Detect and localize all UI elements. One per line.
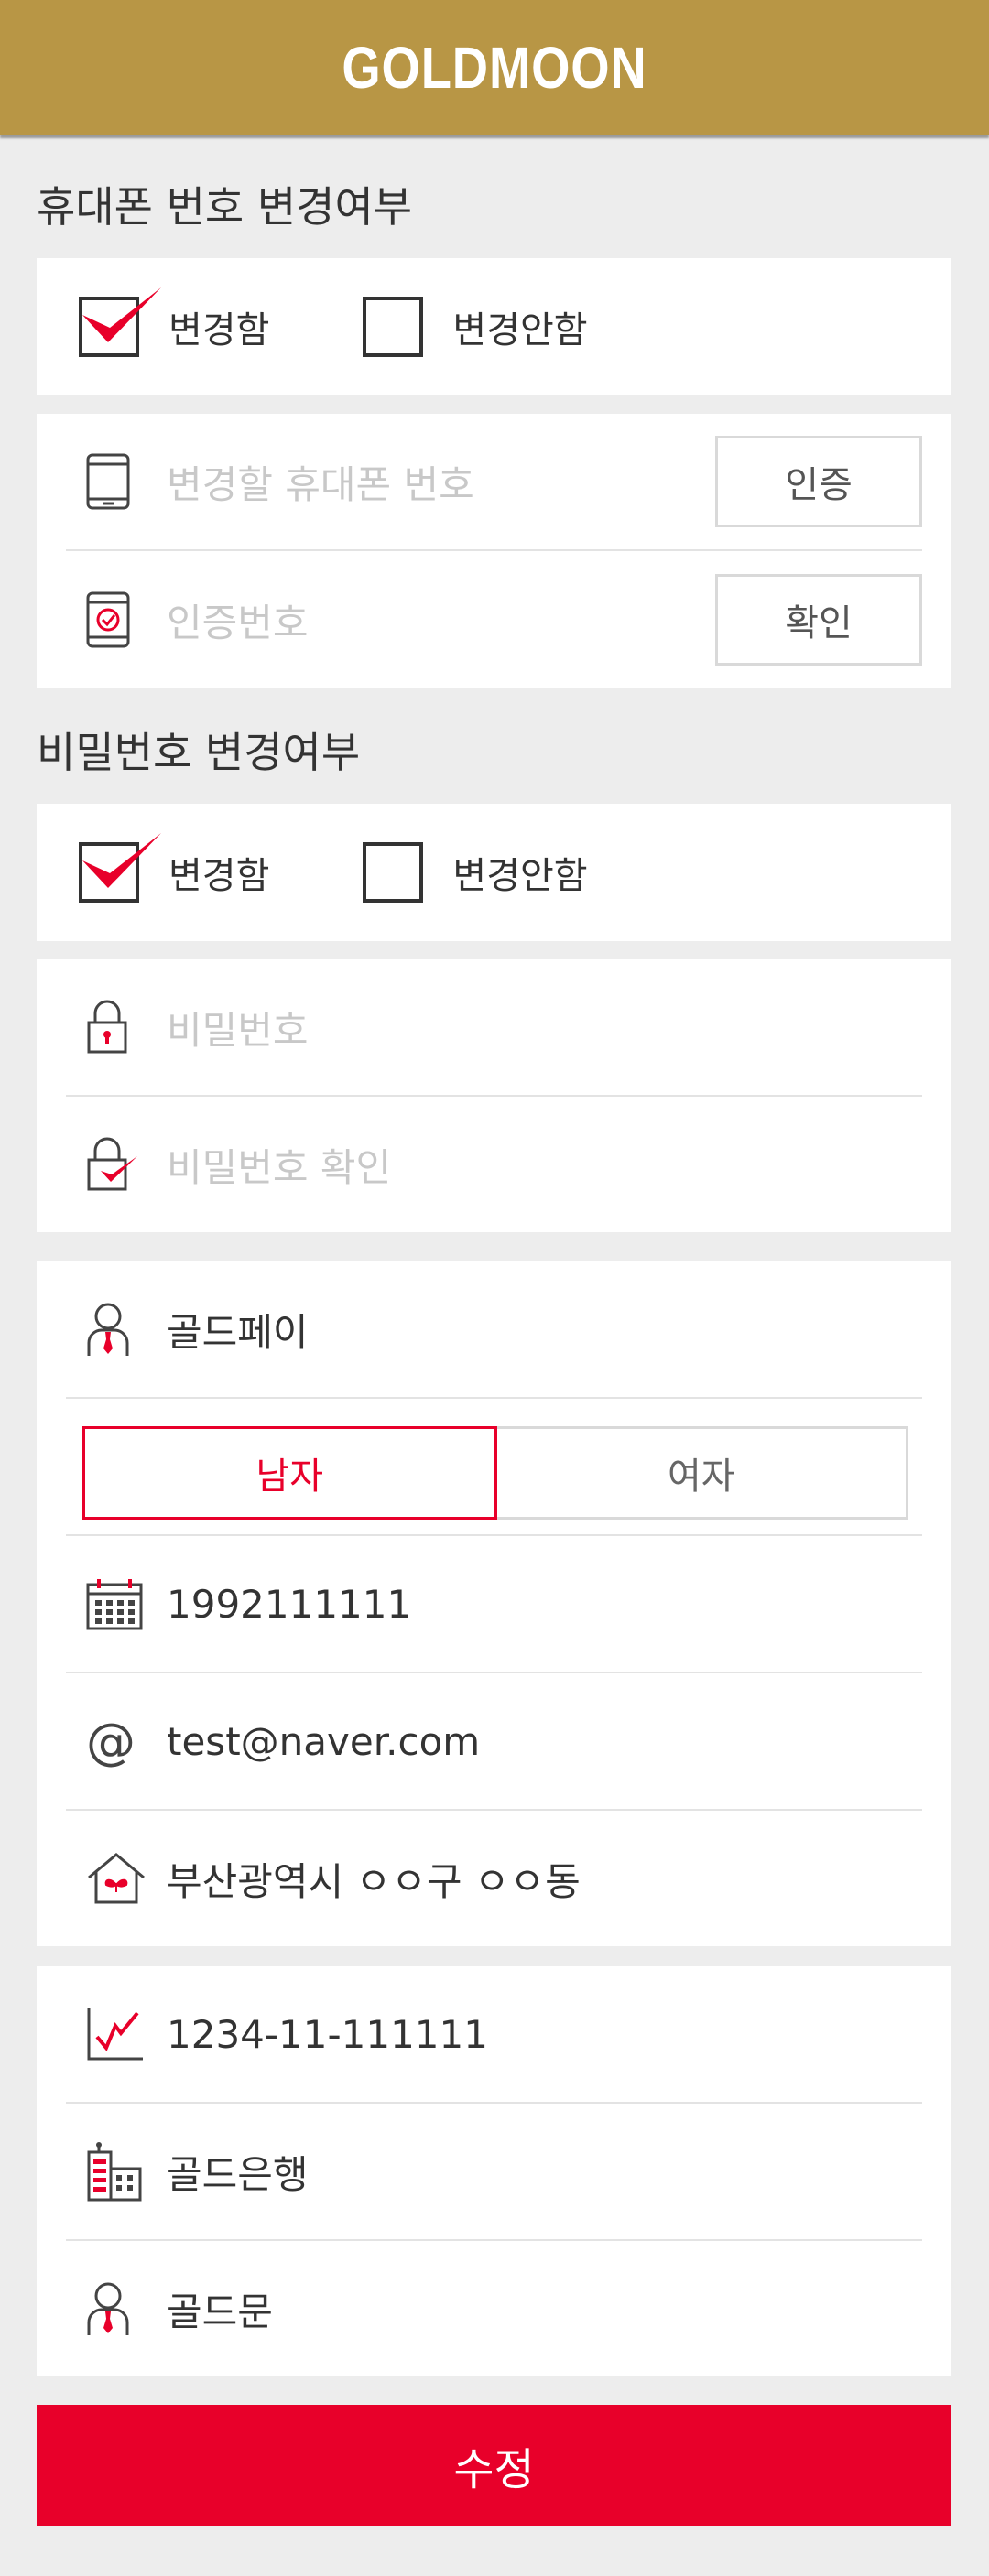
password-confirm-input[interactable]: 비밀번호 확인 [167,1137,922,1193]
smartphone-icon [66,453,167,510]
password-change-yes-option[interactable]: 변경함 [79,833,270,903]
lock-check-icon [66,1136,167,1193]
home-icon [66,1852,167,1905]
password-input[interactable]: 비밀번호 [167,1000,922,1055]
name-field[interactable]: 골드페이 [167,1302,922,1358]
verification-code-input[interactable]: 인증번호 [167,592,715,648]
address-row: 부산광역시 ㅇㅇ구 ㅇㅇ동 [66,1811,922,1946]
verify-button[interactable]: 인증 [715,436,922,527]
lock-icon [66,999,167,1055]
account-row: 1234-11-111111 [66,1966,922,2104]
chart-check-icon [66,2006,167,2062]
password-card: 비밀번호 비밀번호 확인 [37,959,951,1232]
building-icon [66,2141,167,2202]
calendar-icon [66,1577,167,1630]
gender-female-button[interactable]: 여자 [496,1426,908,1520]
email-field[interactable]: test@naver.com [167,1719,922,1764]
new-phone-input[interactable]: 변경할 휴대폰 번호 [167,454,715,510]
birthdate-field[interactable]: 1992111111 [167,1582,922,1627]
code-input-row: 인증번호 확인 [66,551,922,688]
phone-change-yes-label: 변경함 [168,309,270,352]
address-field[interactable]: 부산광역시 ㅇㅇ구 ㅇㅇ동 [167,1851,922,1907]
phone-change-no-label: 변경안함 [452,309,588,352]
password-change-options: 변경함 변경안함 [37,804,951,941]
bank-name-field[interactable]: 골드은행 [167,2144,922,2200]
checkbox-checked-icon[interactable] [79,833,161,903]
phone-check-icon [66,591,167,648]
bank-card: 1234-11-111111 골드은행 골드문 [37,1966,951,2376]
password-change-title: 비밀번호 변경여부 [37,728,361,777]
app-logo: GOLDMOON [342,35,647,101]
name-row: 골드페이 [66,1261,922,1399]
gender-toggle: 남자 여자 [82,1426,908,1520]
phone-change-options: 변경함 변경안함 [37,258,951,395]
password-change-no-label: 변경안함 [452,855,588,897]
app-header: GOLDMOON [0,0,989,135]
password-confirm-row: 비밀번호 확인 [66,1097,922,1232]
bank-name-row: 골드은행 [66,2104,922,2241]
birthdate-row: 1992111111 [66,1536,922,1673]
gender-male-button[interactable]: 남자 [82,1426,497,1520]
phone-verify-card: 변경할 휴대폰 번호 인증 인증번호 확인 [37,414,951,688]
phone-change-no-option[interactable]: 변경안함 [363,297,588,357]
account-number-field[interactable]: 1234-11-111111 [167,2012,922,2057]
phone-input-row: 변경할 휴대폰 번호 인증 [66,414,922,551]
person-icon [66,1301,167,1358]
checkbox-checked-icon[interactable] [79,287,161,357]
holder-row: 골드문 [66,2241,922,2376]
password-change-no-option[interactable]: 변경안함 [363,842,588,903]
confirm-button[interactable]: 확인 [715,574,922,666]
profile-card: 골드페이 남자 여자 1992111111 @ test@naver.com 부… [37,1261,951,1946]
checkbox-unchecked-icon[interactable] [363,842,424,903]
password-row: 비밀번호 [66,959,922,1097]
submit-button[interactable]: 수정 [37,2405,951,2526]
phone-change-yes-option[interactable]: 변경함 [79,287,270,357]
person-icon [66,2280,167,2337]
checkbox-unchecked-icon[interactable] [363,297,424,357]
at-sign-icon: @ [86,1712,136,1770]
password-change-yes-label: 변경함 [168,855,270,897]
phone-change-title: 휴대폰 번호 변경여부 [37,182,413,232]
account-holder-field[interactable]: 골드문 [167,2281,922,2337]
email-row: @ test@naver.com [66,1673,922,1811]
